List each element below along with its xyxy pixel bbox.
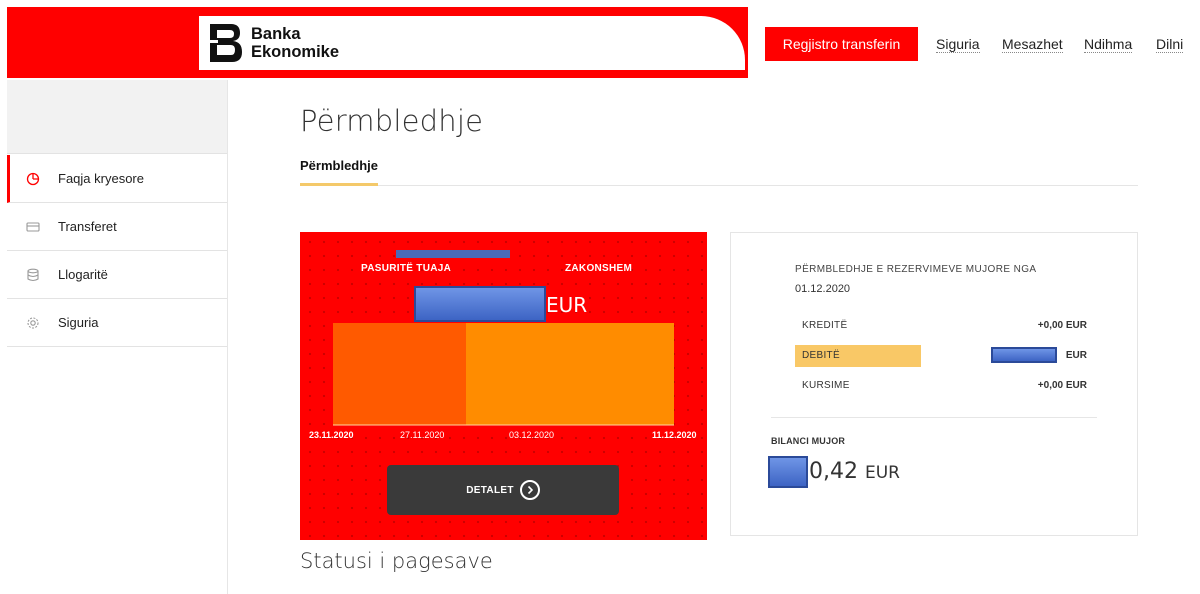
header-nav: Regjistro transferin <box>765 27 918 61</box>
summary-row-value: +0,00 EUR <box>1037 320 1087 331</box>
monthly-balance-currency: EUR <box>864 463 900 483</box>
gear-icon <box>25 315 41 331</box>
monthly-balance-value: 0,42 EUR <box>809 459 900 484</box>
summary-date: 01.12.2020 <box>795 283 851 295</box>
summary-row-debits: DEBITË EUR <box>795 345 1087 367</box>
sidebar-item-label: Faqja kryesore <box>58 171 144 186</box>
timeline-segment-past <box>333 323 466 425</box>
redacted-amount <box>768 456 808 488</box>
sidebar-item-label: Llogaritë <box>58 267 108 282</box>
sidebar-item-accounts[interactable]: Llogaritë <box>7 251 227 299</box>
page-title: Përmbledhje <box>300 104 484 138</box>
payment-status-heading: Statusi i pagesave <box>300 549 493 573</box>
timeline-date: 27.11.2020 <box>400 430 445 440</box>
nav-link-messages[interactable]: Mesazhet <box>1002 36 1063 53</box>
details-button[interactable]: DETALET <box>387 465 619 515</box>
brand-name: Banka Ekonomike <box>251 25 339 61</box>
timeline-segment-future <box>466 323 674 425</box>
monthly-summary-card: PËRMBLEDHJE E REZERVIMEVE MUJORE NGA 01.… <box>730 232 1138 536</box>
tab-bar-divider <box>300 185 1138 186</box>
details-button-label: DETALET <box>466 484 514 496</box>
sidebar-item-label: Siguria <box>58 315 99 330</box>
chevron-right-icon <box>519 480 540 500</box>
summary-title: PËRMBLEDHJE E REZERVIMEVE MUJORE NGA <box>795 264 1037 275</box>
assets-card: PASURITË TUAJA ZAKONSHEM EUR 23.11.2020 … <box>300 232 707 540</box>
timeline-date-end: 11.12.2020 <box>652 430 697 440</box>
summary-row-savings: KURSIME +0,00 EUR <box>795 375 1087 397</box>
sidebar-item-security[interactable]: Siguria <box>7 299 227 347</box>
brand-name-line1: Banka <box>251 25 301 43</box>
summary-row-label: KREDITË <box>802 320 848 331</box>
sidebar-item-home[interactable]: Faqja kryesore <box>7 155 227 203</box>
timeline-date-start: 23.11.2020 <box>309 430 354 440</box>
bank-logo-icon <box>205 20 245 66</box>
monthly-balance-amount: 0,42 <box>809 459 858 484</box>
summary-row-label: KURSIME <box>802 380 850 391</box>
sidebar-item-label: Transferet <box>58 219 117 234</box>
timeline-date: 03.12.2020 <box>509 430 555 440</box>
summary-row-label: DEBITË <box>802 350 840 361</box>
redacted-amount <box>991 347 1057 363</box>
summary-divider <box>771 417 1097 418</box>
nav-link-logout[interactable]: Dilni <box>1156 36 1184 53</box>
tab-active-indicator <box>300 183 378 186</box>
nav-link-security[interactable]: Siguria <box>936 36 980 53</box>
nav-link-help[interactable]: Ndihma <box>1084 36 1133 53</box>
register-transfer-button[interactable]: Regjistro transferin <box>765 27 918 61</box>
sidebar-header <box>7 80 227 154</box>
database-icon <box>25 267 41 283</box>
logo[interactable]: Banka Ekonomike <box>199 16 745 70</box>
tab-summary[interactable]: Përmbledhje <box>300 158 378 179</box>
sidebar-item-transfers[interactable]: Transferet <box>7 203 227 251</box>
summary-row-value: +0,00 EUR <box>1037 380 1087 391</box>
page: Banka Ekonomike Regjistro transferin Sig… <box>0 0 1200 594</box>
summary-row-credits: KREDITË +0,00 EUR <box>795 315 1087 337</box>
card-icon <box>25 219 41 235</box>
pie-chart-icon <box>25 171 41 187</box>
summary-row-value: EUR <box>1065 350 1087 361</box>
monthly-balance-label: BILANCI MUJOR <box>771 436 846 446</box>
brand-name-line2: Ekonomike <box>251 43 340 61</box>
sidebar: Faqja kryesore Transferet Llogaritë Sigu… <box>7 80 228 594</box>
